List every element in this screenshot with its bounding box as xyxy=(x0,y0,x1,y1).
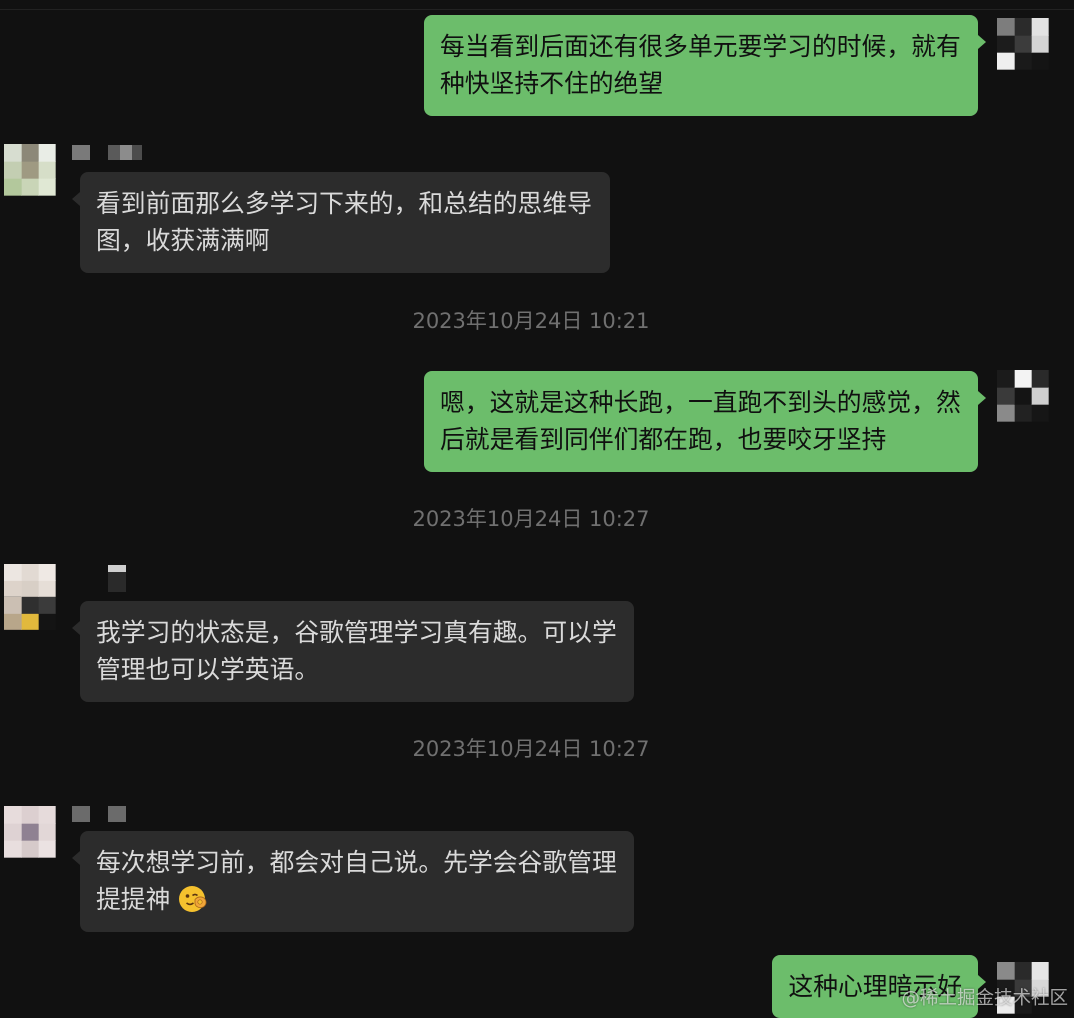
sender-name xyxy=(72,565,126,592)
timestamp: 2023年10月24日 10:21 xyxy=(412,309,650,333)
message-text: 我学习的状态是，谷歌管理学习真有趣。可以学管理也可以学英语。 xyxy=(96,618,617,684)
chat-screen: 每当看到后面还有很多单元要学习的时候，就有种快坚持不住的绝望 看到前面那么多学习… xyxy=(0,0,1074,1018)
message-text: 每次想学习前，都会对自己说。先学会谷歌管理提提神 xyxy=(96,848,617,914)
top-divider xyxy=(0,9,1074,10)
avatar[interactable] xyxy=(997,370,1049,422)
message-bubble[interactable]: 看到前面那么多学习下来的，和总结的思维导图，收获满满啊 xyxy=(72,172,610,273)
avatar[interactable] xyxy=(4,806,56,858)
message-bubble[interactable]: 嗯，这就是这种长跑，一直跑不到头的感觉，然后就是看到同伴们都在跑，也要咬牙坚持 xyxy=(424,371,986,472)
message-text: 每当看到后面还有很多单元要学习的时候，就有种快坚持不住的绝望 xyxy=(440,32,961,98)
avatar[interactable] xyxy=(997,18,1049,70)
avatar[interactable] xyxy=(4,564,56,630)
message-bubble[interactable]: 每次想学习前，都会对自己说。先学会谷歌管理提提神 xyxy=(72,831,634,932)
avatar[interactable] xyxy=(4,144,56,196)
watermark: @稀土掘金技术社区 xyxy=(901,988,1068,1009)
peeking-face-emoji-icon xyxy=(179,886,207,912)
timestamp: 2023年10月24日 10:27 xyxy=(412,507,650,531)
sender-name xyxy=(72,145,142,160)
message-bubble[interactable]: 我学习的状态是，谷歌管理学习真有趣。可以学管理也可以学英语。 xyxy=(72,601,634,702)
message-text: 看到前面那么多学习下来的，和总结的思维导图，收获满满啊 xyxy=(96,189,592,255)
timestamp: 2023年10月24日 10:27 xyxy=(412,737,650,761)
emoji-finger-ring xyxy=(197,899,203,905)
message-bubble[interactable]: 每当看到后面还有很多单元要学习的时候，就有种快坚持不住的绝望 xyxy=(424,15,986,116)
emoji-left-eye xyxy=(186,894,190,898)
message-text: 嗯，这就是这种长跑，一直跑不到头的感觉，然后就是看到同伴们都在跑，也要咬牙坚持 xyxy=(440,388,961,454)
sender-name xyxy=(72,806,126,822)
